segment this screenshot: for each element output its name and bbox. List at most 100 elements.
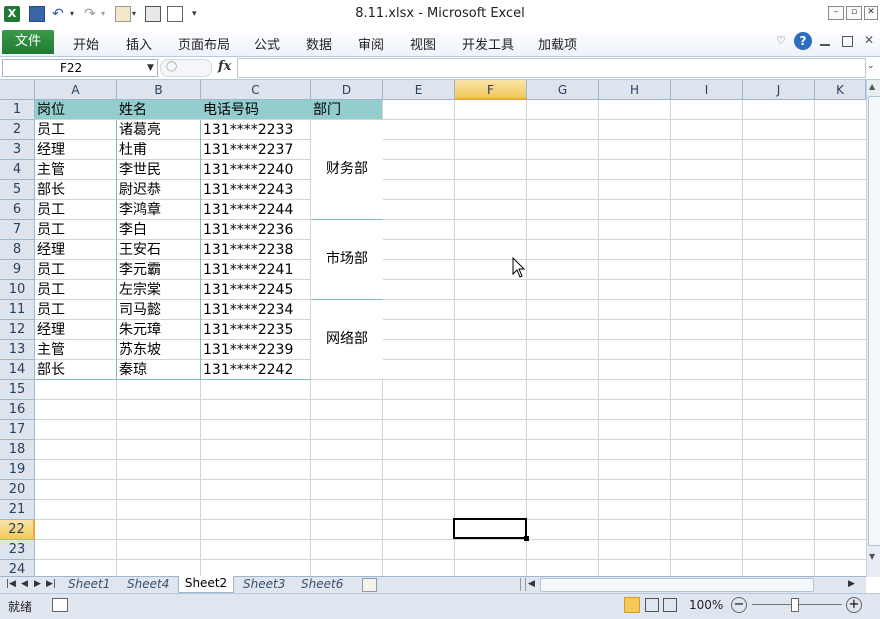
tab-add-ins[interactable]: 加载项 (538, 34, 577, 53)
header-cell-department[interactable]: 部门 (311, 100, 341, 120)
merged-cell-d2-d6[interactable]: 财务部 (311, 120, 383, 220)
row-header[interactable]: 7 (0, 220, 35, 240)
table-cell[interactable]: 司马懿 (117, 300, 161, 320)
zoom-out-button[interactable]: − (731, 597, 747, 613)
column-header-e[interactable]: E (383, 80, 455, 100)
normal-view-button[interactable] (624, 597, 640, 613)
table-cell[interactable]: 王安石 (117, 240, 161, 260)
tab-page-layout[interactable]: 页面布局 (178, 34, 230, 53)
sheet-tab-sheet1[interactable]: Sheet1 (68, 577, 110, 592)
row-header-active[interactable]: 22 (0, 520, 35, 540)
row-header[interactable]: 8 (0, 240, 35, 260)
row-header[interactable]: 12 (0, 320, 35, 340)
row-header[interactable]: 14 (0, 360, 35, 380)
row-header[interactable]: 17 (0, 420, 35, 440)
tab-developer[interactable]: 开发工具 (462, 34, 514, 53)
insert-sheet-icon[interactable] (362, 578, 377, 592)
table-cell[interactable]: 部长 (35, 360, 65, 380)
row-header[interactable]: 21 (0, 500, 35, 520)
table-cell[interactable]: 经理 (35, 240, 65, 260)
workbook-minimize-icon[interactable] (820, 36, 830, 46)
workbook-close-icon[interactable]: ✕ (864, 33, 874, 47)
table-cell[interactable]: 131****2235 (201, 320, 293, 340)
scroll-right-icon[interactable]: ▶ (848, 577, 855, 592)
vertical-scrollbar[interactable]: ▲ ▼ (866, 80, 880, 577)
tab-file[interactable]: 文件 (2, 30, 54, 54)
table-cell[interactable]: 131****2245 (201, 280, 293, 300)
row-header[interactable]: 23 (0, 540, 35, 560)
scroll-down-icon[interactable]: ▼ (869, 552, 875, 561)
first-sheet-icon[interactable]: |◀ (6, 577, 16, 592)
minimize-window-button[interactable]: – (828, 6, 844, 20)
tab-view[interactable]: 视图 (410, 34, 436, 53)
table-cell[interactable]: 经理 (35, 320, 65, 340)
sheet-tab-sheet2[interactable]: Sheet2 (178, 576, 234, 593)
expand-formula-bar-icon[interactable]: ⌄ (867, 61, 875, 71)
column-header-c[interactable]: C (201, 80, 311, 100)
formula-input[interactable] (237, 58, 866, 78)
row-header[interactable]: 15 (0, 380, 35, 400)
table-cell[interactable]: 李白 (117, 220, 147, 240)
table-cell[interactable]: 杜甫 (117, 140, 147, 160)
table-cell[interactable]: 李世民 (117, 160, 161, 180)
column-header-a[interactable]: A (35, 80, 117, 100)
merged-cell-d11-d14[interactable]: 网络部 (311, 300, 383, 379)
table-cell[interactable]: 部长 (35, 180, 65, 200)
tab-home[interactable]: 开始 (73, 34, 99, 53)
column-header-h[interactable]: H (599, 80, 671, 100)
zoom-level[interactable]: 100% (689, 598, 723, 612)
zoom-slider-thumb[interactable] (791, 598, 799, 612)
table-cell[interactable]: 131****2242 (201, 360, 293, 380)
row-header[interactable]: 4 (0, 160, 35, 180)
close-window-button[interactable]: ✕ (864, 6, 878, 20)
table-cell[interactable]: 主管 (35, 160, 65, 180)
tab-data[interactable]: 数据 (306, 34, 332, 53)
row-header[interactable]: 10 (0, 280, 35, 300)
name-box[interactable]: F22 ▼ (2, 59, 158, 77)
worksheet-grid[interactable]: A B C D E F G H I J K 1 2 3 4 5 6 7 8 9 … (0, 80, 866, 578)
scroll-up-icon[interactable]: ▲ (869, 82, 875, 91)
row-header[interactable]: 6 (0, 200, 35, 220)
table-cell[interactable]: 131****2238 (201, 240, 293, 260)
row-header[interactable]: 11 (0, 300, 35, 320)
macro-record-icon[interactable] (52, 598, 68, 612)
row-header[interactable]: 20 (0, 480, 35, 500)
zoom-in-button[interactable]: + (846, 597, 862, 613)
select-all-corner[interactable] (0, 80, 35, 100)
table-cell[interactable]: 李鸿章 (117, 200, 161, 220)
prev-sheet-icon[interactable]: ◀ (21, 577, 28, 592)
active-cell-selection[interactable] (453, 518, 527, 539)
tab-formulas[interactable]: 公式 (254, 34, 280, 53)
row-header[interactable]: 5 (0, 180, 35, 200)
table-cell[interactable]: 经理 (35, 140, 65, 160)
column-header-k[interactable]: K (815, 80, 866, 100)
table-cell[interactable]: 员工 (35, 300, 65, 320)
row-header[interactable]: 18 (0, 440, 35, 460)
tab-review[interactable]: 审阅 (358, 34, 384, 53)
restore-window-button[interactable]: ▫ (846, 6, 862, 20)
name-box-dropdown-icon[interactable]: ▼ (147, 60, 154, 76)
insert-function-button[interactable]: fx (218, 59, 231, 74)
tab-split-handle[interactable] (520, 578, 526, 591)
table-cell[interactable]: 左宗棠 (117, 280, 161, 300)
page-break-view-button[interactable] (663, 598, 677, 612)
table-cell[interactable]: 苏东坡 (117, 340, 161, 360)
row-header[interactable]: 16 (0, 400, 35, 420)
column-header-i[interactable]: I (671, 80, 743, 100)
column-header-d[interactable]: D (311, 80, 383, 100)
row-header[interactable]: 19 (0, 460, 35, 480)
page-layout-view-button[interactable] (645, 598, 659, 612)
table-cell[interactable]: 尉迟恭 (117, 180, 161, 200)
header-cell-phone[interactable]: 电话号码 (201, 100, 259, 120)
table-cell[interactable]: 131****2239 (201, 340, 293, 360)
table-cell[interactable]: 诸葛亮 (117, 120, 161, 140)
last-sheet-icon[interactable]: ▶| (46, 577, 56, 592)
column-header-f[interactable]: F (455, 80, 527, 100)
table-cell[interactable]: 131****2237 (201, 140, 293, 160)
column-header-g[interactable]: G (527, 80, 599, 100)
table-cell[interactable]: 员工 (35, 280, 65, 300)
workbook-restore-icon[interactable] (842, 36, 853, 47)
column-header-j[interactable]: J (743, 80, 815, 100)
table-cell[interactable]: 131****2236 (201, 220, 293, 240)
column-header-b[interactable]: B (117, 80, 201, 100)
